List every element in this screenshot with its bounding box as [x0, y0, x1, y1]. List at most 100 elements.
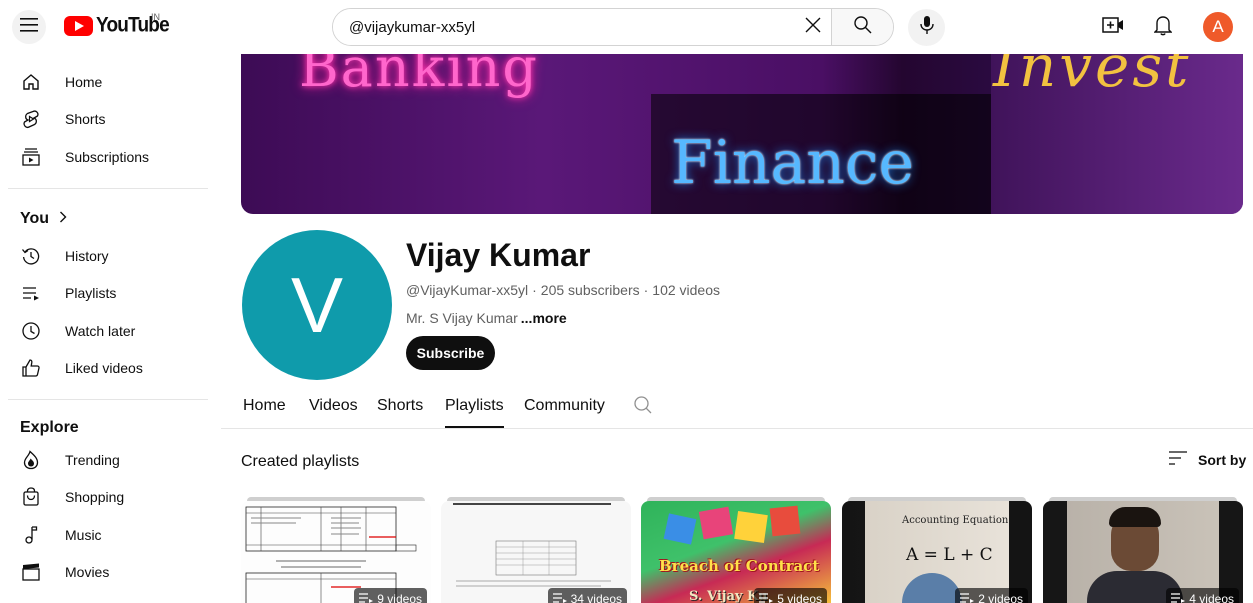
sidebar-item-label: Playlists	[65, 285, 117, 301]
channel-avatar[interactable]: V	[242, 230, 392, 380]
search-box	[332, 8, 894, 46]
section-heading-text: Explore	[20, 419, 79, 436]
sidebar-item-liked-videos[interactable]: Liked videos	[8, 349, 208, 387]
presenter-figure	[902, 573, 962, 603]
sidebar: Home Shorts Subscriptions You History Pl…	[0, 54, 221, 603]
sort-icon	[1168, 450, 1188, 469]
sidebar-divider	[8, 399, 208, 400]
playlist-card[interactable]: Breach of Contract S. Vijay Ku 5 videos	[641, 497, 831, 603]
sidebar-item-label: Watch later	[65, 323, 136, 339]
clear-search-button[interactable]	[795, 9, 831, 45]
playlist-thumbnail[interactable]: Accounting Equation A = L + C 2 videos	[842, 501, 1032, 603]
sidebar-item-label: Home	[65, 74, 103, 90]
hamburger-icon	[19, 17, 39, 38]
video-count-text: 2 videos	[978, 592, 1023, 603]
country-code: IN	[151, 12, 160, 22]
subscriber-count: 205 subscribers	[540, 282, 640, 298]
shorts-icon	[20, 108, 42, 130]
section-title: Created playlists	[241, 453, 360, 470]
search-button[interactable]	[831, 9, 893, 45]
search-input[interactable]	[333, 9, 795, 45]
sidebar-item-subscriptions[interactable]: Subscriptions	[8, 138, 208, 176]
sidebar-heading-you[interactable]: You	[20, 210, 67, 228]
clock-icon	[20, 320, 42, 342]
thumbnail-equation-text: A = L + C	[906, 545, 993, 565]
bell-icon	[1153, 14, 1173, 41]
sidebar-item-label: Movies	[65, 564, 110, 580]
more-link[interactable]: ...more	[521, 310, 567, 326]
create-button[interactable]	[1100, 14, 1126, 40]
subscribe-button[interactable]: Subscribe	[406, 336, 495, 370]
video-count: 102 videos	[652, 282, 720, 298]
tab-playlists[interactable]: Playlists	[445, 390, 504, 428]
playlist-icon	[759, 592, 774, 603]
playlist-card[interactable]: Accounting Equation A = L + C 2 videos	[842, 497, 1032, 603]
search-icon	[633, 395, 653, 420]
sidebar-item-history[interactable]: History	[8, 237, 208, 275]
sidebar-item-movies[interactable]: Movies	[8, 553, 208, 591]
video-count-text: 34 videos	[570, 592, 622, 603]
sidebar-item-home[interactable]: Home	[8, 63, 208, 101]
meta-separator: ·	[643, 282, 649, 298]
channel-description[interactable]: Mr. S Vijay Kumar ...more	[406, 310, 567, 326]
video-count-text: 9 videos	[377, 592, 422, 603]
playlist-card[interactable]: 4 videos	[1043, 497, 1243, 603]
playlists-icon	[20, 282, 42, 304]
sidebar-item-label: Subscriptions	[65, 149, 150, 165]
sidebar-item-music[interactable]: Music	[8, 516, 208, 554]
home-icon	[20, 71, 42, 93]
search-icon	[853, 15, 873, 40]
description-text: Mr. S Vijay Kumar	[406, 310, 518, 326]
thumbs-up-icon	[20, 357, 42, 379]
channel-name: Vijay Kumar	[406, 237, 591, 273]
playlist-icon	[960, 592, 975, 603]
top-bar: YouTube IN A	[0, 0, 1253, 54]
clapperboard-icon	[20, 561, 42, 583]
voice-search-button[interactable]	[908, 9, 945, 46]
sidebar-item-label: Music	[65, 527, 102, 543]
sidebar-item-watch-later[interactable]: Watch later	[8, 312, 208, 350]
channel-search-button[interactable]	[632, 395, 654, 420]
banner-text-right: Invest	[993, 54, 1192, 100]
sort-label: Sort by	[1198, 451, 1247, 468]
tab-videos[interactable]: Videos	[309, 390, 358, 428]
channel-handle: @VijayKumar-xx5yl	[406, 282, 529, 298]
playlist-thumbnail[interactable]: 4 videos	[1043, 501, 1243, 603]
playlist-icon	[359, 592, 374, 603]
playlist-icon	[552, 592, 567, 603]
trending-fire-icon	[20, 449, 42, 471]
sidebar-item-label: Trending	[65, 452, 120, 468]
music-note-icon	[20, 524, 42, 546]
sidebar-divider	[8, 188, 208, 189]
account-avatar[interactable]: A	[1203, 12, 1233, 42]
playlist-thumbnail[interactable]: 9 videos	[241, 501, 431, 603]
banner-text-center: Finance	[671, 128, 914, 198]
sidebar-item-trending[interactable]: Trending	[8, 441, 208, 479]
microphone-icon	[919, 15, 935, 40]
sidebar-item-shopping[interactable]: Shopping	[8, 478, 208, 516]
video-count-text: 5 videos	[777, 592, 822, 603]
playlist-card[interactable]: 9 videos	[241, 497, 431, 603]
close-icon	[804, 16, 822, 39]
create-video-icon	[1102, 16, 1124, 39]
video-count-badge: 5 videos	[754, 588, 827, 603]
notifications-button[interactable]	[1150, 13, 1176, 41]
thumbnail-title-text: Accounting Equation	[902, 515, 1009, 526]
sidebar-item-label: Shopping	[65, 489, 125, 505]
sort-by-button[interactable]: Sort by	[1168, 450, 1246, 469]
youtube-play-icon	[64, 16, 93, 36]
sidebar-item-playlists[interactable]: Playlists	[8, 274, 208, 312]
video-count-badge: 34 videos	[547, 588, 627, 603]
video-count-badge: 9 videos	[354, 588, 427, 603]
tab-home[interactable]: Home	[243, 390, 286, 428]
sidebar-item-shorts[interactable]: Shorts	[8, 100, 208, 138]
playlist-thumbnail[interactable]: 34 videos	[441, 501, 631, 603]
playlist-thumbnail[interactable]: Breach of Contract S. Vijay Ku 5 videos	[641, 501, 831, 603]
tab-community[interactable]: Community	[524, 390, 605, 428]
playlist-card[interactable]: 34 videos	[441, 497, 631, 603]
tab-shorts[interactable]: Shorts	[377, 390, 423, 428]
subscriptions-icon	[20, 146, 42, 168]
video-count-badge: 2 videos	[955, 588, 1028, 603]
menu-button[interactable]	[12, 10, 46, 44]
channel-banner: Banking Finance Invest	[241, 54, 1243, 214]
